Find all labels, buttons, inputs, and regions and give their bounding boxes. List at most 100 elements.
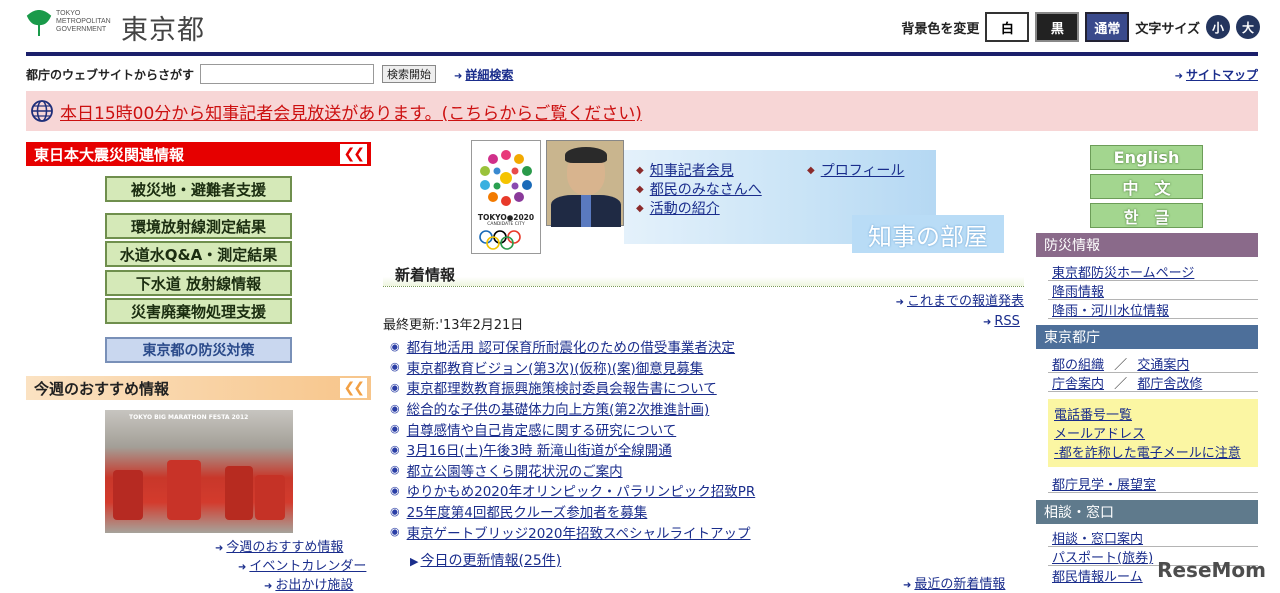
soudan-link-info-room[interactable]: 都民情報ルーム (1052, 566, 1143, 585)
tocho-link-tour[interactable]: 都庁見学・展望室 (1052, 474, 1156, 493)
soudan-link-guide[interactable]: 相談・窓口案内 (1052, 528, 1143, 547)
recommend-link-facilities[interactable]: ➜ お出かけ施設 (264, 574, 353, 593)
quake-button-waste[interactable]: 災害廃棄物処理支援 (105, 298, 292, 324)
bg-black-button[interactable]: 黒 (1035, 12, 1080, 42)
news-item[interactable]: ◉ 自尊感情や自己肯定感に関する研究について (390, 418, 1020, 439)
last-updated-text: 最終更新:'13年2月21日 (383, 318, 524, 333)
lang-english-button[interactable]: English (1090, 145, 1203, 170)
today-updates-link[interactable]: ▶ 今日の更新情報(25件) (410, 550, 561, 570)
lang-korean-button[interactable]: 한 글 (1090, 203, 1203, 228)
tocho-link-renovation[interactable]: 都庁舎改修 (1137, 377, 1202, 392)
search-input[interactable] (200, 64, 375, 84)
news-list: ◉ 都有地活用 認可保育所耐震化のための借受事業者決定 ◉ 東京都教育ビジョン(第3… (390, 336, 1020, 542)
quake-button-radiation[interactable]: 環境放射線測定結果 (105, 213, 292, 239)
globe-icon (31, 100, 53, 122)
sitemap-link[interactable]: ➜ サイトマップ (1175, 66, 1258, 83)
recommend-link-weekly[interactable]: ➜ 今週のおすすめ情報 (215, 536, 343, 555)
soudan-link-passport[interactable]: パスポート(旅券) (1052, 547, 1153, 566)
lang-chinese-button[interactable]: 中 文 (1090, 174, 1203, 199)
recommend-link-events[interactable]: ➜ イベントカレンダー (238, 555, 366, 574)
ginkgo-leaf-icon (26, 10, 52, 36)
arrow-right-icon: ➜ (983, 317, 992, 328)
governor-link-message[interactable]: ◆ 都民のみなさんへ (636, 179, 762, 199)
rss-link[interactable]: ➜ RSS (983, 314, 1020, 329)
bullet-icon: ◉ (390, 525, 400, 539)
emblem-text: TOKYO●2020 (477, 213, 535, 222)
tocho-header: 東京都庁 (1036, 325, 1258, 349)
arrow-right-icon: ➜ (264, 581, 273, 592)
bullet-icon: ◉ (390, 339, 400, 353)
news-item[interactable]: ◉ 都立公園等さくら開花状況のご案内 (390, 460, 1020, 481)
font-small-button[interactable]: 小 (1206, 15, 1230, 39)
bullet-icon: ◉ (390, 463, 400, 477)
display-controls: 背景色を変更 白 黒 通常 文字サイズ 小 大 (901, 11, 1260, 43)
bg-white-button[interactable]: 白 (985, 12, 1030, 42)
bousai-link-rain[interactable]: 降雨情報 (1052, 281, 1104, 300)
bullet-icon: ◉ (390, 360, 400, 374)
news-item[interactable]: ◉ 都有地活用 認可保育所耐震化のための借受事業者決定 (390, 336, 1020, 357)
news-item[interactable]: ◉ 3月16日(土)午後3時 新滝山街道が全線開通 (390, 439, 1020, 460)
quake-section-title: 東日本大震災関連情報 (34, 145, 185, 164)
tokyo-2020-emblem[interactable]: TOKYO●2020 CANDIDATE CITY (471, 140, 541, 254)
tocho-row-org: 都の組織 ／ 交通案内 (1052, 354, 1189, 373)
tokyo-logo[interactable]: TOKYO METROPOLITAN GOVERNMENT 東京都 (26, 8, 226, 46)
tocho-link-organization[interactable]: 都の組織 (1052, 358, 1104, 373)
governor-link-press[interactable]: ◆ 知事記者会見 (636, 160, 734, 180)
photo-banner-text: TOKYO BIG MARATHON FESTA 2012 (129, 414, 249, 421)
font-large-button[interactable]: 大 (1236, 15, 1260, 39)
divider (1048, 318, 1258, 319)
logo-small-text: TOKYO METROPOLITAN GOVERNMENT (56, 10, 111, 33)
bousai-header: 防災情報 (1036, 233, 1258, 257)
bg-normal-button[interactable]: 通常 (1085, 12, 1130, 42)
alert-text[interactable]: 本日15時00分から知事記者会見放送があります。(こちらからご覧ください) (60, 99, 642, 124)
governor-link-profile[interactable]: ◆ プロフィール (807, 160, 904, 180)
bullet-icon: ◆ (636, 183, 644, 195)
quake-button-sewer[interactable]: 下水道 放射線情報 (105, 270, 292, 296)
bullet-icon: ◆ (807, 164, 815, 176)
news-item[interactable]: ◉ 25年度第4回都民クルーズ参加者を募集 (390, 501, 1020, 522)
live-broadcast-alert[interactable]: 本日15時00分から知事記者会見放送があります。(こちらからご覧ください) (26, 91, 1258, 131)
quake-section-header: 東日本大震災関連情報 ❮❮ (26, 142, 371, 166)
news-item[interactable]: ◉ 東京都理数教育振興施策検討委員会報告書について (390, 377, 1020, 398)
triangle-right-icon: ▶ (410, 555, 419, 568)
recommend-section-title: 今週のおすすめ情報 (34, 379, 170, 398)
bullet-icon: ◆ (636, 202, 644, 214)
tocho-link-email[interactable]: メールアドレス (1054, 423, 1145, 442)
slash-separator: ／ (1114, 377, 1128, 392)
tocho-link-phone[interactable]: 電話番号一覧 (1054, 404, 1132, 423)
tocho-row-building: 庁舎案内 ／ 都庁舎改修 (1052, 373, 1202, 392)
news-item[interactable]: ◉ 東京都教育ビジョン(第3次)(仮称)(案)御意見募集 (390, 357, 1020, 378)
search-bar: 都庁のウェブサイトからさがす 検索開始 ➜ 詳細検索 ➜ サイトマップ (26, 63, 1258, 85)
advanced-search-link[interactable]: ➜ 詳細検索 (454, 66, 513, 83)
past-press-link[interactable]: ➜ これまでの報道発表 (896, 290, 1024, 309)
arrow-right-icon: ➜ (454, 70, 463, 82)
governor-photo[interactable] (546, 140, 624, 227)
slash-separator: ／ (1114, 358, 1128, 373)
search-button[interactable]: 検索開始 (382, 65, 437, 83)
quake-button-evacuee-support[interactable]: 被災地・避難者支援 (105, 176, 292, 202)
recommend-photo[interactable]: TOKYO BIG MARATHON FESTA 2012 (105, 410, 293, 533)
tocho-link-building[interactable]: 庁舎案内 (1052, 377, 1104, 392)
arrow-right-icon: ➜ (215, 543, 224, 554)
bousai-link-river[interactable]: 降雨・河川水位情報 (1052, 300, 1169, 319)
bullet-icon: ◉ (390, 442, 400, 456)
news-item[interactable]: ◉ ゆりかもめ2020年オリンピック・パラリンピック招致PR (390, 480, 1020, 501)
bousai-link-homepage[interactable]: 東京都防災ホームページ (1052, 262, 1194, 281)
news-section-header: 新着情報 (383, 263, 1024, 287)
news-item[interactable]: ◉ 東京ゲートブリッジ2020年招致スペシャルライトアップ (390, 521, 1020, 542)
disaster-measures-button[interactable]: 東京都の防災対策 (105, 337, 292, 363)
governor-link-activities[interactable]: ◆ 活動の紹介 (636, 198, 720, 218)
quake-button-water[interactable]: 水道水Q&A・測定結果 (105, 241, 292, 267)
tocho-link-access[interactable]: 交通案内 (1137, 358, 1189, 373)
header-divider (26, 52, 1258, 56)
governor-room-title[interactable]: 知事の部屋 (852, 215, 1004, 253)
tocho-link-fraud-warning[interactable]: -都を詐称した電子メールに注意 (1054, 442, 1241, 461)
news-item[interactable]: ◉ 総合的な子供の基礎体力向上方策(第2次推進計画) (390, 398, 1020, 419)
bullet-icon: ◉ (390, 401, 400, 415)
recent-news-link[interactable]: ➜ 最近の新着情報 (903, 573, 1005, 592)
font-size-label: 文字サイズ (1135, 21, 1200, 37)
arrow-right-icon: ➜ (1174, 70, 1183, 82)
bg-color-label: 背景色を変更 (901, 21, 980, 37)
flower-wreath-logo (480, 150, 532, 206)
olympic-rings-icon (479, 230, 521, 250)
